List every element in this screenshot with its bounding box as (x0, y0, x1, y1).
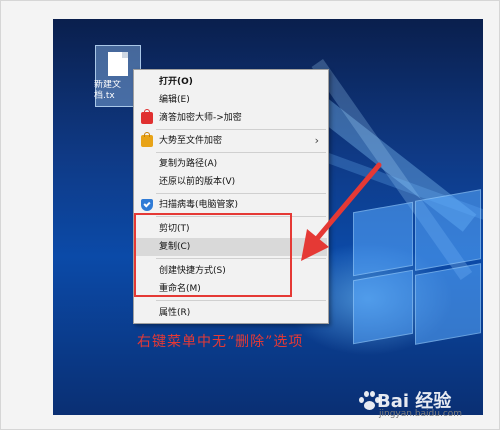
baidu-jingyan-watermark: Bai 经验 jingyan.baidu.com (355, 385, 495, 425)
gold-lock-icon (141, 132, 153, 147)
paw-logo-icon (357, 389, 380, 411)
menu-item-label: 滴答加密大师->加密 (159, 113, 242, 123)
windows-logo-pane (415, 263, 481, 345)
menu-item-open[interactable]: 打开(O) (135, 73, 327, 91)
menu-item-label: 复制为路径(A) (159, 159, 218, 169)
windows-logo-pane (415, 189, 481, 271)
screenshot-frame: 新建文 档.tx 打开(O) 编辑(E) 滴答加密大师->加密 大势至文件加密 … (0, 0, 500, 430)
menu-item-label: 还原以前的版本(V) (159, 177, 236, 187)
annotation-caption: 右键菜单中无“删除”选项 (137, 334, 304, 350)
watermark-url: jingyan.baidu.com (379, 409, 463, 419)
menu-separator (156, 129, 326, 130)
menu-item-label: 扫描病毒(电脑管家) (159, 200, 239, 210)
red-lock-icon (141, 109, 153, 124)
text-file-icon (108, 52, 128, 76)
shield-icon (141, 199, 153, 211)
menu-item-dashizhi-encrypt[interactable]: 大势至文件加密 › (135, 132, 327, 150)
highlight-box (134, 213, 292, 297)
windows-logo-pane (353, 269, 413, 345)
menu-item-label: 打开(O) (159, 77, 193, 87)
menu-item-edit[interactable]: 编辑(E) (135, 91, 327, 109)
menu-item-label: 属性(R) (159, 308, 191, 318)
menu-separator (156, 300, 326, 301)
menu-item-properties[interactable]: 属性(R) (135, 304, 327, 322)
annotation-arrow-icon (301, 162, 382, 261)
menu-item-label: 编辑(E) (159, 95, 190, 105)
menu-item-dida-encrypt[interactable]: 滴答加密大师->加密 (135, 109, 327, 127)
menu-item-label: 大势至文件加密 (159, 136, 223, 146)
menu-separator (156, 152, 326, 153)
chevron-right-icon: › (314, 134, 319, 147)
